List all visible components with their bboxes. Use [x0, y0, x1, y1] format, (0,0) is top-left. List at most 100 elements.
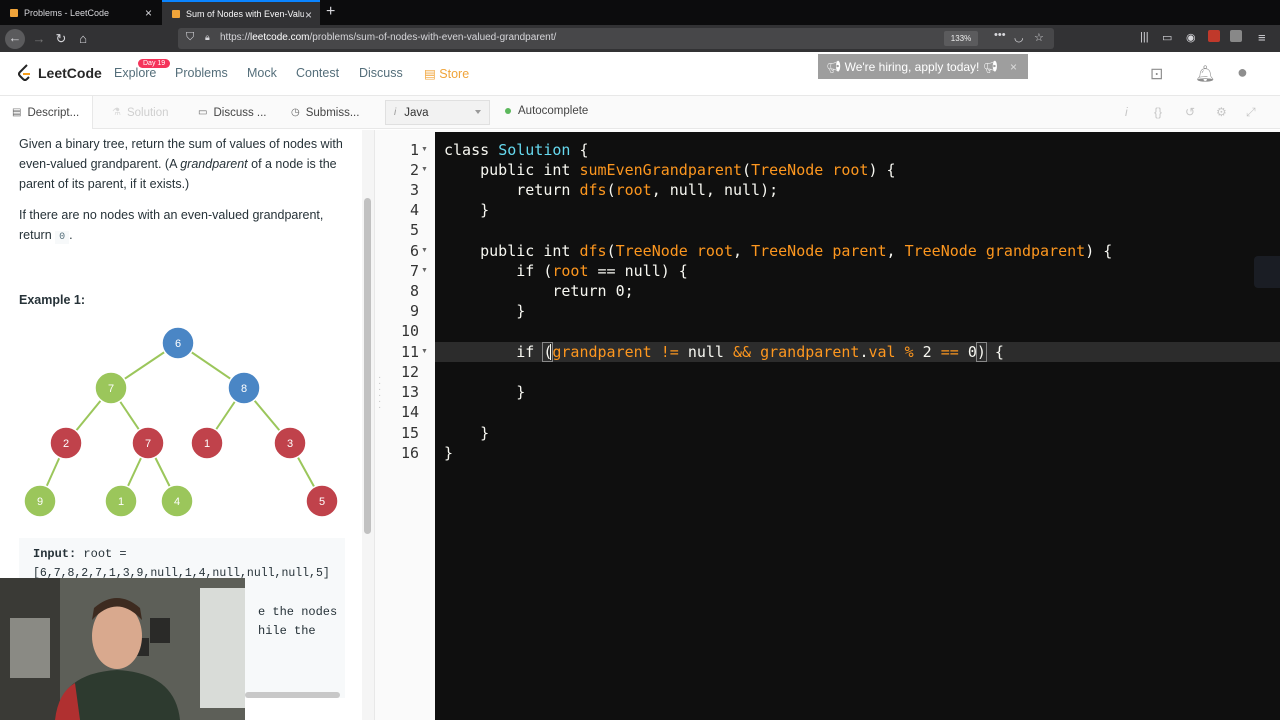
code-editor[interactable]: [435, 132, 1280, 720]
settings-gear-icon[interactable]: ⚙: [1216, 105, 1227, 119]
side-panel-toggle[interactable]: [1254, 256, 1280, 288]
reload-icon[interactable]: ↻: [52, 30, 70, 48]
problem-tab-bar: ▤ Descript... ⚗ Solution ▭ Discuss ... ◷…: [0, 96, 1280, 129]
tab-solution[interactable]: ⚗ Solution: [112, 96, 169, 129]
zoom-level[interactable]: 133%: [944, 31, 978, 46]
close-tab-icon[interactable]: ×: [305, 8, 312, 22]
tree-node-value: 2: [63, 438, 69, 450]
nav-contest[interactable]: Contest: [296, 66, 339, 80]
explanation-text: hile the: [258, 624, 316, 638]
home-icon[interactable]: ⌂: [74, 30, 92, 48]
tree-node: 6: [161, 326, 195, 360]
hiring-banner[interactable]: 📢︎ We're hiring, apply today! 📢︎ ×: [818, 54, 1028, 79]
megaphone-icon: 📢︎: [826, 59, 845, 74]
new-tab-plus-icon[interactable]: +: [326, 3, 335, 21]
line-number: 5: [409, 221, 419, 239]
line-number: 9: [409, 302, 419, 320]
fold-arrow-icon[interactable]: ▼: [421, 261, 428, 281]
code-line[interactable]: }: [444, 443, 453, 463]
tree-node: 3: [273, 426, 307, 460]
browser-tab-problems[interactable]: Problems - LeetCode ×: [0, 0, 160, 25]
fold-arrow-icon[interactable]: ▼: [421, 140, 428, 160]
extension-icon[interactable]: [1230, 30, 1242, 42]
nav-mock[interactable]: Mock: [247, 66, 277, 80]
url-bar[interactable]: ⛉ 🔒︎ https://leetcode.com/problems/sum-o…: [178, 28, 1054, 49]
fold-arrow-icon[interactable]: ▼: [421, 342, 428, 362]
browser-tab-active[interactable]: Sum of Nodes with Even-Valued ×: [162, 0, 320, 25]
logo-text: LeetCode: [38, 65, 102, 81]
line-number: 6: [409, 242, 419, 260]
nav-discuss[interactable]: Discuss: [359, 66, 403, 80]
code-line[interactable]: return dfs(root, null, null);: [444, 180, 778, 200]
flask-icon: ⚗: [112, 107, 121, 118]
braces-icon[interactable]: {}: [1154, 105, 1162, 119]
nav-explore[interactable]: Explore: [114, 66, 156, 80]
description-icon: ▤: [12, 107, 22, 118]
nav-store[interactable]: ▤ Store: [424, 66, 469, 81]
fullscreen-icon[interactable]: ⤢: [1246, 105, 1256, 120]
back-arrow-icon[interactable]: ←: [5, 29, 25, 49]
account-icon[interactable]: ◉: [1186, 31, 1196, 44]
fold-arrow-icon[interactable]: ▼: [421, 160, 428, 180]
chevron-down-icon: [475, 110, 481, 114]
tree-node: 5: [305, 484, 339, 518]
shield-icon[interactable]: ⛉: [186, 31, 194, 44]
code-line[interactable]: }: [444, 423, 489, 443]
binary-tree-diagram: 6 7 8 2 7 1 3 9 1 4 5: [23, 326, 339, 518]
user-avatar-icon[interactable]: ●: [1237, 62, 1248, 83]
pocket-icon[interactable]: ◡: [1014, 31, 1024, 44]
code-line[interactable]: if (root == null) {: [444, 261, 688, 281]
input-label: Input:: [33, 547, 77, 561]
explanation-text: e the nodes: [258, 605, 338, 619]
sidebar-icon[interactable]: ▭: [1162, 31, 1172, 44]
leetcode-logo-icon: [18, 64, 30, 81]
code-line[interactable]: }: [444, 301, 525, 321]
line-number: 2: [409, 161, 419, 179]
code-line[interactable]: }: [444, 200, 489, 220]
leetcode-favicon-icon: [10, 8, 18, 17]
notification-bell-icon[interactable]: 🔔︎: [1195, 64, 1215, 84]
info-icon: i: [394, 107, 397, 118]
code-line[interactable]: }: [444, 382, 525, 402]
nav-problems[interactable]: Problems: [175, 66, 228, 80]
horizontal-scrollbar[interactable]: [245, 692, 340, 698]
tab-submissions[interactable]: ◷ Submiss...: [291, 96, 359, 129]
close-icon[interactable]: ×: [1010, 60, 1017, 74]
more-actions-icon[interactable]: •••: [994, 29, 1006, 41]
library-icon[interactable]: |||: [1140, 31, 1149, 43]
pane-splitter[interactable]: · · · · · ·: [374, 130, 384, 720]
tree-node-value: 1: [204, 438, 210, 450]
code-line[interactable]: return 0;: [444, 281, 633, 301]
url-text: https://leetcode.com/problems/sum-of-nod…: [220, 32, 557, 43]
code-line[interactable]: public int sumEvenGrandparent(TreeNode r…: [444, 160, 895, 180]
fold-arrow-icon[interactable]: ▼: [421, 241, 428, 261]
line-number: 16: [400, 444, 419, 462]
info-icon[interactable]: i: [1125, 105, 1128, 119]
tab-description[interactable]: ▤ Descript...: [0, 96, 93, 129]
playground-icon[interactable]: ⊡: [1150, 64, 1163, 84]
menu-hamburger-icon[interactable]: ≡: [1258, 30, 1266, 45]
code-line[interactable]: public int dfs(TreeNode root, TreeNode p…: [444, 241, 1112, 261]
extension-icon[interactable]: [1208, 30, 1220, 42]
leetcode-logo[interactable]: LeetCode: [18, 64, 102, 82]
code-line[interactable]: class Solution {: [444, 140, 589, 160]
example-title: Example 1:: [19, 293, 86, 307]
language-select[interactable]: i Java: [385, 100, 490, 125]
tree-node: 1: [104, 484, 138, 518]
forward-arrow-icon[interactable]: →: [30, 30, 48, 48]
browser-toolbar: ← → ↻ ⌂ ⛉ 🔒︎ https://leetcode.com/proble…: [0, 25, 1280, 52]
code-line[interactable]: if (grandparent != null && grandparent.v…: [444, 342, 1004, 362]
input-text: root =: [76, 547, 127, 561]
autocomplete-toggle[interactable]: Autocomplete: [505, 105, 588, 117]
bookmark-star-icon[interactable]: ☆: [1034, 31, 1044, 44]
tab-discuss[interactable]: ▭ Discuss ...: [198, 96, 267, 129]
reset-icon[interactable]: ↺: [1185, 105, 1195, 119]
line-number: 14: [400, 403, 419, 421]
lock-icon[interactable]: 🔒︎: [205, 32, 210, 43]
site-header: LeetCode Explore Day 19 Problems Mock Co…: [0, 52, 1280, 96]
scrollbar-thumb[interactable]: [364, 198, 371, 534]
drag-handle-icon[interactable]: · · · · · ·: [378, 373, 381, 413]
line-number: 8: [409, 282, 419, 300]
close-tab-icon[interactable]: ×: [145, 6, 152, 20]
line-number: 4: [409, 201, 419, 219]
